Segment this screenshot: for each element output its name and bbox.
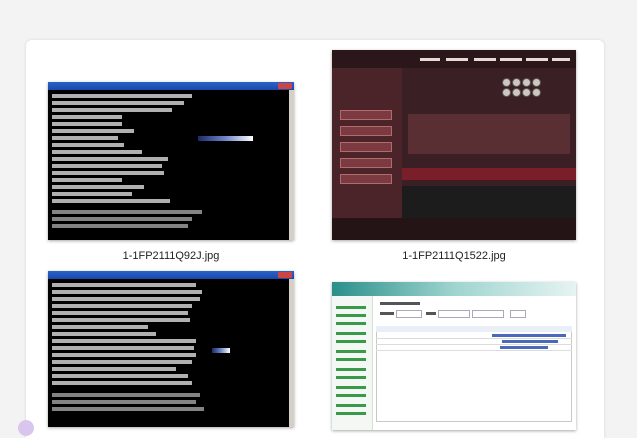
- window-controls: [278, 272, 292, 278]
- avatar-partial: [18, 420, 34, 436]
- render-artifact: [212, 348, 230, 353]
- image-thumbnail-4[interactable]: [332, 282, 576, 430]
- table-header: [332, 218, 576, 240]
- window-controls: [278, 83, 292, 89]
- scrollbar: [289, 90, 294, 240]
- image-thumbnail-3[interactable]: [48, 271, 294, 427]
- image-thumbnail-2[interactable]: [332, 50, 576, 240]
- scrollbar: [289, 279, 294, 427]
- thumbnail-caption-1: 1-1FP2111Q92J.jpg: [122, 250, 220, 262]
- window-titlebar: [48, 82, 294, 90]
- section-header: [402, 168, 576, 180]
- left-sidebar: [332, 68, 402, 240]
- image-thumbnail-1[interactable]: [48, 82, 294, 240]
- game-board: [408, 114, 570, 154]
- app-header: [332, 282, 576, 296]
- table-header: [376, 326, 572, 332]
- window-titlebar: [48, 271, 294, 279]
- thumbnail-caption-2: 1-1FP2111Q1522.jpg: [402, 250, 506, 262]
- render-artifact: [198, 136, 253, 141]
